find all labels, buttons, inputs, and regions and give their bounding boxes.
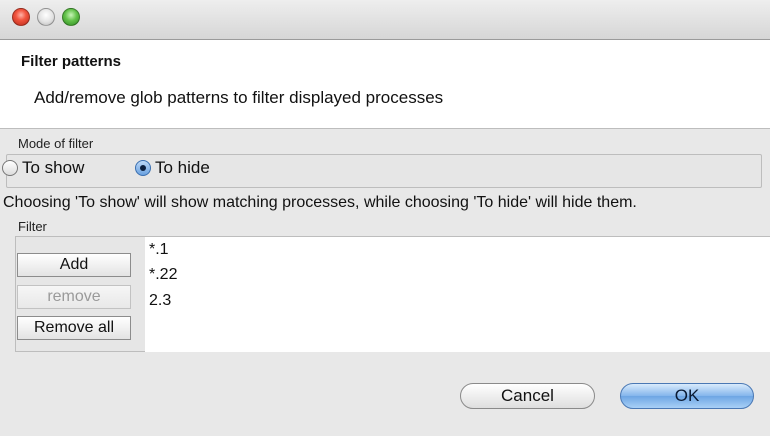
radio-checked-icon[interactable] xyxy=(135,160,151,176)
close-window-icon[interactable] xyxy=(12,8,30,26)
radio-to-show-label: To show xyxy=(22,158,85,177)
mode-info-text: Choosing 'To show' will show matching pr… xyxy=(3,194,637,211)
filter-section-label: Filter xyxy=(18,219,47,234)
add-button[interactable]: Add xyxy=(17,253,131,277)
dialog-title: Filter patterns xyxy=(21,53,122,70)
remove-all-button[interactable]: Remove all xyxy=(17,316,131,340)
radio-to-show[interactable]: To show xyxy=(2,158,84,178)
pattern-list[interactable] xyxy=(145,237,770,352)
cancel-button[interactable]: Cancel xyxy=(460,383,595,409)
maximize-window-icon[interactable] xyxy=(62,8,80,26)
remove-button[interactable]: remove xyxy=(17,285,131,309)
window-titlebar xyxy=(0,0,770,40)
radio-to-hide-label: To hide xyxy=(155,158,210,177)
radio-unchecked-icon[interactable] xyxy=(2,160,18,176)
dialog-description: Add/remove glob patterns to filter displ… xyxy=(34,88,444,107)
pattern-list-item[interactable]: *.22 xyxy=(149,266,177,284)
radio-to-hide[interactable]: To hide xyxy=(135,158,210,178)
pattern-list-item[interactable]: *.1 xyxy=(149,241,169,259)
minimize-window-icon[interactable] xyxy=(37,8,55,26)
mode-group xyxy=(6,154,762,188)
pattern-list-item[interactable]: 2.3 xyxy=(149,292,171,310)
ok-button[interactable]: OK xyxy=(620,383,754,409)
mode-section-label: Mode of filter xyxy=(18,136,94,151)
